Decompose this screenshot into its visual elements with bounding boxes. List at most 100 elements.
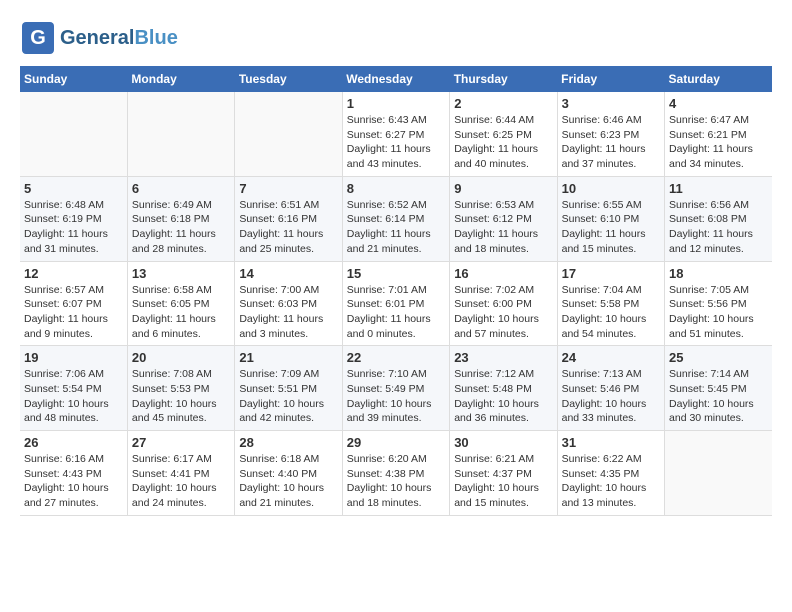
calendar-cell: 30Sunrise: 6:21 AM Sunset: 4:37 PM Dayli…	[450, 431, 557, 516]
calendar-cell: 18 Sunrise: 7:05 AM Sunset: 5:56 PM Dayli…	[665, 261, 772, 346]
calendar-cell: 22 Sunrise: 7:10 AM Sunset: 5:49 PM Dayli…	[342, 346, 449, 431]
calendar-header-row: SundayMondayTuesdayWednesdayThursdayFrid…	[20, 66, 772, 92]
day-info: Sunrise: 7:01 AM Sunset: 6:01 PM Dayligh…	[347, 283, 445, 342]
day-info: Sunrise: 7:14 AM Sunset: 5:45 PM Dayligh…	[669, 367, 768, 426]
calendar-cell: 21Sunrise: 7:09 AM Sunset: 5:51 PM Dayli…	[235, 346, 342, 431]
day-number: 23	[454, 350, 552, 365]
header-thursday: Thursday	[450, 66, 557, 92]
calendar-table: SundayMondayTuesdayWednesdayThursdayFrid…	[20, 66, 772, 516]
day-info: Sunrise: 6:49 AM Sunset: 6:18 PM Dayligh…	[132, 198, 230, 257]
day-info: Sunrise: 6:58 AM Sunset: 6:05 PM Dayligh…	[132, 283, 230, 342]
day-info: Sunrise: 7:04 AM Sunset: 5:58 PM Dayligh…	[562, 283, 660, 342]
page-header: G GeneralBlue	[20, 20, 772, 56]
day-info: Sunrise: 6:44 AM Sunset: 6:25 PM Dayligh…	[454, 113, 552, 172]
calendar-cell	[20, 92, 127, 176]
day-number: 28	[239, 435, 337, 450]
calendar-cell: 9 Sunrise: 6:53 AM Sunset: 6:12 PM Daylig…	[450, 176, 557, 261]
day-number: 31	[562, 435, 660, 450]
day-number: 1	[347, 96, 445, 111]
logo-icon: G	[20, 20, 56, 56]
day-info: Sunrise: 7:13 AM Sunset: 5:46 PM Dayligh…	[562, 367, 660, 426]
calendar-cell: 26Sunrise: 6:16 AM Sunset: 4:43 PM Dayli…	[20, 431, 127, 516]
day-number: 13	[132, 266, 230, 281]
calendar-cell: 8Sunrise: 6:52 AM Sunset: 6:14 PM Daylig…	[342, 176, 449, 261]
day-info: Sunrise: 7:10 AM Sunset: 5:49 PM Dayligh…	[347, 367, 445, 426]
day-number: 26	[24, 435, 123, 450]
header-monday: Monday	[127, 66, 234, 92]
calendar-cell: 23Sunrise: 7:12 AM Sunset: 5:48 PM Dayli…	[450, 346, 557, 431]
day-number: 22	[347, 350, 445, 365]
day-info: Sunrise: 6:17 AM Sunset: 4:41 PM Dayligh…	[132, 452, 230, 511]
day-info: Sunrise: 7:06 AM Sunset: 5:54 PM Dayligh…	[24, 367, 123, 426]
header-wednesday: Wednesday	[342, 66, 449, 92]
day-info: Sunrise: 6:52 AM Sunset: 6:14 PM Dayligh…	[347, 198, 445, 257]
calendar-cell: 10 Sunrise: 6:55 AM Sunset: 6:10 PM Dayli…	[557, 176, 664, 261]
calendar-cell: 5 Sunrise: 6:48 AM Sunset: 6:19 PM Daylig…	[20, 176, 127, 261]
day-info: Sunrise: 6:56 AM Sunset: 6:08 PM Dayligh…	[669, 198, 768, 257]
day-info: Sunrise: 6:51 AM Sunset: 6:16 PM Dayligh…	[239, 198, 337, 257]
week-row-5: 26Sunrise: 6:16 AM Sunset: 4:43 PM Dayli…	[20, 431, 772, 516]
header-tuesday: Tuesday	[235, 66, 342, 92]
logo-text: GeneralBlue	[60, 27, 178, 49]
calendar-cell	[665, 431, 772, 516]
calendar-cell: 1 Sunrise: 6:43 AM Sunset: 6:27 PM Daylig…	[342, 92, 449, 176]
calendar-cell: 15 Sunrise: 7:01 AM Sunset: 6:01 PM Dayli…	[342, 261, 449, 346]
calendar-cell: 16Sunrise: 7:02 AM Sunset: 6:00 PM Dayli…	[450, 261, 557, 346]
calendar-cell: 28 Sunrise: 6:18 AM Sunset: 4:40 PM Dayli…	[235, 431, 342, 516]
calendar-cell: 7Sunrise: 6:51 AM Sunset: 6:16 PM Daylig…	[235, 176, 342, 261]
day-number: 9	[454, 181, 552, 196]
calendar-cell: 13 Sunrise: 6:58 AM Sunset: 6:05 PM Dayli…	[127, 261, 234, 346]
week-row-1: 1 Sunrise: 6:43 AM Sunset: 6:27 PM Daylig…	[20, 92, 772, 176]
header-saturday: Saturday	[665, 66, 772, 92]
day-info: Sunrise: 6:48 AM Sunset: 6:19 PM Dayligh…	[24, 198, 123, 257]
calendar-cell: 11Sunrise: 6:56 AM Sunset: 6:08 PM Dayli…	[665, 176, 772, 261]
day-info: Sunrise: 7:09 AM Sunset: 5:51 PM Dayligh…	[239, 367, 337, 426]
calendar-cell: 24 Sunrise: 7:13 AM Sunset: 5:46 PM Dayli…	[557, 346, 664, 431]
day-info: Sunrise: 6:43 AM Sunset: 6:27 PM Dayligh…	[347, 113, 445, 172]
day-number: 20	[132, 350, 230, 365]
day-number: 24	[562, 350, 660, 365]
calendar-cell: 2Sunrise: 6:44 AM Sunset: 6:25 PM Daylig…	[450, 92, 557, 176]
day-number: 15	[347, 266, 445, 281]
calendar-cell: 31 Sunrise: 6:22 AM Sunset: 4:35 PM Dayli…	[557, 431, 664, 516]
week-row-3: 12 Sunrise: 6:57 AM Sunset: 6:07 PM Dayli…	[20, 261, 772, 346]
day-number: 5	[24, 181, 123, 196]
day-number: 10	[562, 181, 660, 196]
day-info: Sunrise: 7:08 AM Sunset: 5:53 PM Dayligh…	[132, 367, 230, 426]
calendar-cell: 17 Sunrise: 7:04 AM Sunset: 5:58 PM Dayli…	[557, 261, 664, 346]
svg-text:G: G	[30, 27, 46, 49]
week-row-2: 5 Sunrise: 6:48 AM Sunset: 6:19 PM Daylig…	[20, 176, 772, 261]
day-info: Sunrise: 6:46 AM Sunset: 6:23 PM Dayligh…	[562, 113, 660, 172]
calendar-cell: 14Sunrise: 7:00 AM Sunset: 6:03 PM Dayli…	[235, 261, 342, 346]
day-info: Sunrise: 6:47 AM Sunset: 6:21 PM Dayligh…	[669, 113, 768, 172]
day-number: 18	[669, 266, 768, 281]
calendar-cell: 20 Sunrise: 7:08 AM Sunset: 5:53 PM Dayli…	[127, 346, 234, 431]
day-info: Sunrise: 6:57 AM Sunset: 6:07 PM Dayligh…	[24, 283, 123, 342]
day-info: Sunrise: 6:21 AM Sunset: 4:37 PM Dayligh…	[454, 452, 552, 511]
day-info: Sunrise: 7:00 AM Sunset: 6:03 PM Dayligh…	[239, 283, 337, 342]
day-info: Sunrise: 6:22 AM Sunset: 4:35 PM Dayligh…	[562, 452, 660, 511]
calendar-cell: 19 Sunrise: 7:06 AM Sunset: 5:54 PM Dayli…	[20, 346, 127, 431]
calendar-cell: 29 Sunrise: 6:20 AM Sunset: 4:38 PM Dayli…	[342, 431, 449, 516]
day-info: Sunrise: 7:05 AM Sunset: 5:56 PM Dayligh…	[669, 283, 768, 342]
week-row-4: 19 Sunrise: 7:06 AM Sunset: 5:54 PM Dayli…	[20, 346, 772, 431]
calendar-cell: 3 Sunrise: 6:46 AM Sunset: 6:23 PM Daylig…	[557, 92, 664, 176]
day-info: Sunrise: 7:02 AM Sunset: 6:00 PM Dayligh…	[454, 283, 552, 342]
day-info: Sunrise: 6:20 AM Sunset: 4:38 PM Dayligh…	[347, 452, 445, 511]
day-info: Sunrise: 6:55 AM Sunset: 6:10 PM Dayligh…	[562, 198, 660, 257]
calendar-cell	[127, 92, 234, 176]
day-number: 29	[347, 435, 445, 450]
day-number: 17	[562, 266, 660, 281]
day-number: 19	[24, 350, 123, 365]
day-number: 27	[132, 435, 230, 450]
day-number: 3	[562, 96, 660, 111]
header-friday: Friday	[557, 66, 664, 92]
day-info: Sunrise: 6:53 AM Sunset: 6:12 PM Dayligh…	[454, 198, 552, 257]
calendar-cell: 25Sunrise: 7:14 AM Sunset: 5:45 PM Dayli…	[665, 346, 772, 431]
header-sunday: Sunday	[20, 66, 127, 92]
day-number: 12	[24, 266, 123, 281]
calendar-cell: 27 Sunrise: 6:17 AM Sunset: 4:41 PM Dayli…	[127, 431, 234, 516]
day-info: Sunrise: 6:18 AM Sunset: 4:40 PM Dayligh…	[239, 452, 337, 511]
calendar-cell: 4Sunrise: 6:47 AM Sunset: 6:21 PM Daylig…	[665, 92, 772, 176]
day-number: 6	[132, 181, 230, 196]
